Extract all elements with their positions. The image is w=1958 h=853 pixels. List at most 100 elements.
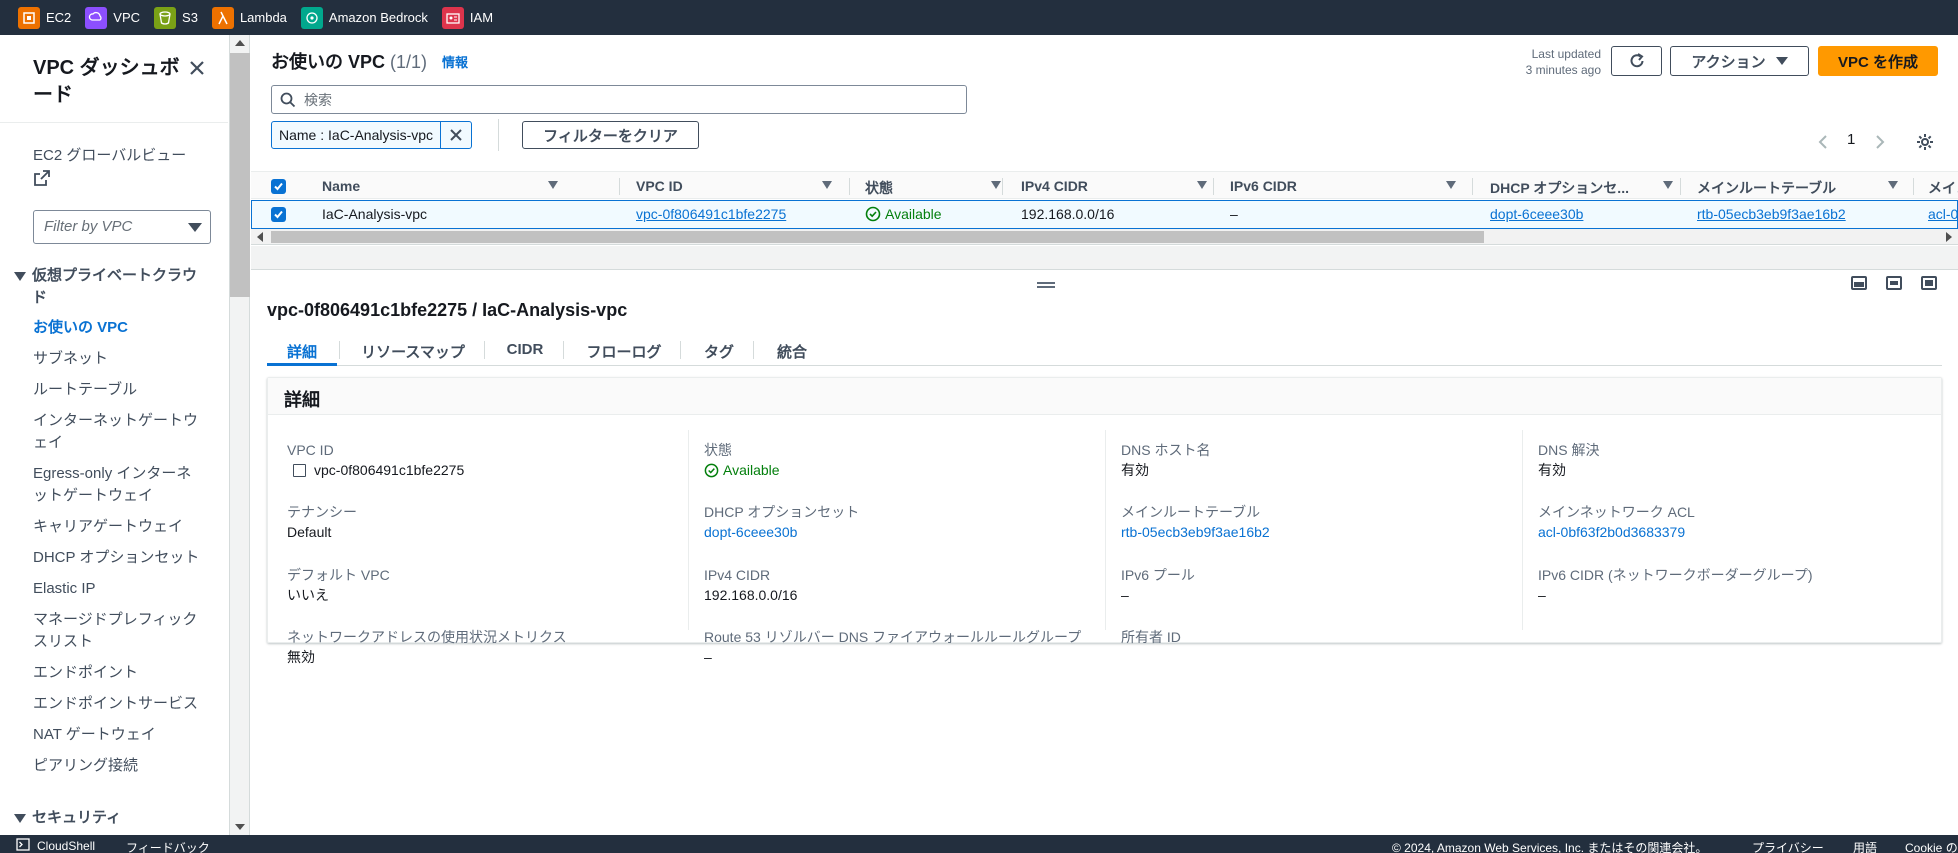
table-row[interactable]: IaC-Analysis-vpc vpc-0f806491c1bfe2275 A… bbox=[251, 200, 1958, 229]
sidebar-scrollbar[interactable] bbox=[230, 35, 250, 835]
chevron-left-icon[interactable] bbox=[1818, 134, 1828, 150]
sidebar-item-carrier-gateways[interactable]: キャリアゲートウェイ bbox=[33, 516, 203, 538]
sidebar-item-managed-prefix-lists[interactable]: マネージドプレフィックスリスト bbox=[33, 609, 203, 653]
favorite-vpc[interactable]: VPC bbox=[85, 0, 140, 35]
column-separator[interactable] bbox=[1913, 178, 1914, 195]
sidebar-item-nat-gateways[interactable]: NAT ゲートウェイ bbox=[33, 724, 203, 746]
select-all-checkbox[interactable] bbox=[271, 179, 286, 194]
sidebar-item-dhcp-option-sets[interactable]: DHCP オプションセット bbox=[33, 547, 203, 569]
panel-hide-icon[interactable] bbox=[1921, 276, 1937, 290]
scroll-left-icon[interactable] bbox=[257, 232, 263, 242]
sidebar-item-subnets[interactable]: サブネット bbox=[33, 348, 203, 370]
tab-integrations[interactable]: 統合 bbox=[759, 331, 825, 366]
column-header-ipv4-cidr[interactable]: IPv4 CIDR bbox=[1021, 172, 1211, 200]
section-security[interactable]: セキュリティ bbox=[14, 807, 121, 829]
column-separator[interactable] bbox=[1213, 178, 1214, 195]
resize-handle[interactable] bbox=[1037, 282, 1055, 288]
main-route-table-link[interactable]: rtb-05ecb3eb9f3ae16b2 bbox=[1121, 523, 1501, 542]
sidebar-item-endpoint-services[interactable]: エンドポイントサービス bbox=[33, 693, 203, 715]
column-separator[interactable] bbox=[1472, 178, 1473, 195]
sidebar-item-egress-only-igw[interactable]: Egress-only インターネットゲートウェイ bbox=[33, 463, 203, 507]
panel-side-icon[interactable] bbox=[1886, 276, 1902, 290]
cell-vpc-id-link[interactable]: vpc-0f806491c1bfe2275 bbox=[636, 206, 786, 222]
column-separator[interactable] bbox=[1680, 178, 1681, 195]
copy-icon[interactable] bbox=[293, 464, 306, 477]
vpc-id-value: vpc-0f806491c1bfe2275 bbox=[314, 462, 465, 478]
vpc-filter-placeholder: Filter by VPC bbox=[44, 218, 133, 235]
column-header-dhcp[interactable]: DHCP オプションセ... bbox=[1490, 172, 1677, 200]
column-header-vpc-id[interactable]: VPC ID bbox=[636, 172, 836, 200]
column-header-ipv6-cidr[interactable]: IPv6 CIDR bbox=[1230, 172, 1460, 200]
row-checkbox[interactable] bbox=[271, 207, 286, 222]
table-horizontal-scrollbar[interactable] bbox=[251, 229, 1958, 245]
favorite-bedrock[interactable]: Amazon Bedrock bbox=[300, 0, 428, 35]
column-separator[interactable] bbox=[849, 178, 850, 195]
close-icon[interactable] bbox=[186, 57, 208, 79]
caret-down-icon bbox=[14, 272, 26, 281]
column-header-main-acl[interactable]: メイン bbox=[1928, 172, 1958, 200]
field-label: 所有者 ID bbox=[1121, 629, 1181, 645]
close-icon bbox=[450, 129, 462, 141]
cell-route-table-link[interactable]: rtb-05ecb3eb9f3ae16b2 bbox=[1697, 206, 1846, 222]
tab-cidr[interactable]: CIDR bbox=[489, 331, 561, 366]
privacy-link[interactable]: プライバシー bbox=[1752, 839, 1824, 853]
tab-tags[interactable]: タグ bbox=[685, 331, 753, 366]
field-dns-resolution: DNS 解決 有効 bbox=[1538, 441, 1918, 480]
sidebar-item-route-tables[interactable]: ルートテーブル bbox=[33, 379, 203, 401]
search-input[interactable]: 検索 bbox=[271, 85, 967, 114]
create-vpc-button[interactable]: VPC を作成 bbox=[1818, 46, 1938, 76]
favorite-lambda[interactable]: Lambda bbox=[211, 0, 287, 35]
iam-icon bbox=[441, 6, 464, 29]
refresh-button[interactable] bbox=[1611, 46, 1662, 76]
sidebar-item-peering-connections[interactable]: ピアリング接続 bbox=[33, 755, 203, 777]
sidebar-item-internet-gateways[interactable]: インターネットゲートウェイ bbox=[33, 410, 203, 454]
scroll-up-icon[interactable] bbox=[235, 40, 245, 46]
dhcp-link[interactable]: dopt-6ceee30b bbox=[704, 523, 1084, 542]
favorite-ec2[interactable]: EC2 bbox=[18, 0, 71, 35]
terms-link[interactable]: 用語 bbox=[1853, 839, 1877, 853]
remove-filter-button[interactable] bbox=[441, 122, 471, 148]
sidebar-item-your-vpcs[interactable]: お使いの VPC bbox=[33, 317, 203, 339]
ec2-global-view-link[interactable]: EC2 グローバルビュー bbox=[33, 145, 186, 187]
details-panel-title: 詳細 bbox=[284, 390, 320, 410]
sidebar-item-endpoints[interactable]: エンドポイント bbox=[33, 662, 203, 684]
section-vpc[interactable]: 仮想プライベートクラウド bbox=[14, 265, 204, 309]
tab-details[interactable]: 詳細 bbox=[267, 331, 337, 366]
tab-resource-map[interactable]: リソースマップ bbox=[345, 331, 481, 366]
page-number[interactable]: 1 bbox=[1847, 131, 1855, 148]
feedback-link[interactable]: フィードバック bbox=[126, 839, 210, 853]
cell-acl-link[interactable]: acl-0 bbox=[1928, 206, 1958, 222]
sort-icon bbox=[822, 181, 832, 189]
cloudshell-icon[interactable] bbox=[16, 838, 30, 851]
scroll-down-icon[interactable] bbox=[235, 824, 245, 830]
scroll-right-icon[interactable] bbox=[1946, 232, 1952, 242]
panel-bottom-icon[interactable] bbox=[1851, 276, 1867, 290]
sidebar-item-elastic-ips[interactable]: Elastic IP bbox=[33, 578, 203, 600]
field-value: Available bbox=[704, 461, 1084, 480]
favorite-s3[interactable]: S3 bbox=[154, 0, 198, 35]
chevron-right-icon[interactable] bbox=[1875, 134, 1885, 150]
check-icon bbox=[274, 182, 283, 191]
gear-icon[interactable] bbox=[1915, 132, 1935, 152]
field-label: IPv4 CIDR bbox=[704, 567, 771, 583]
field-vpc-id: VPC ID vpc-0f806491c1bfe2275 bbox=[287, 441, 667, 480]
vpc-filter-select[interactable]: Filter by VPC bbox=[33, 210, 211, 244]
column-header-state[interactable]: 状態 bbox=[865, 172, 1005, 200]
column-header-name[interactable]: Name bbox=[322, 172, 562, 200]
favorite-iam[interactable]: IAM bbox=[441, 0, 493, 35]
column-separator[interactable] bbox=[619, 178, 620, 195]
scrollbar-thumb[interactable] bbox=[230, 53, 250, 297]
tab-flow-logs[interactable]: フローログ bbox=[569, 331, 679, 366]
info-link[interactable]: 情報 bbox=[442, 52, 468, 71]
field-label: VPC ID bbox=[287, 442, 334, 458]
actions-button[interactable]: アクション bbox=[1670, 46, 1809, 76]
column-separator[interactable] bbox=[1002, 178, 1003, 195]
sort-icon bbox=[1446, 181, 1456, 189]
column-header-main-route-table[interactable]: メインルートテーブル bbox=[1697, 172, 1902, 200]
cookie-link[interactable]: Cookie の bbox=[1905, 839, 1958, 853]
clear-filters-button[interactable]: フィルターをクリア bbox=[522, 121, 699, 149]
cell-dhcp-link[interactable]: dopt-6ceee30b bbox=[1490, 206, 1583, 222]
cloudshell-link[interactable]: CloudShell bbox=[37, 839, 95, 853]
scrollbar-thumb[interactable] bbox=[271, 231, 1484, 243]
main-network-acl-link[interactable]: acl-0bf63f2b0d3683379 bbox=[1538, 523, 1918, 542]
